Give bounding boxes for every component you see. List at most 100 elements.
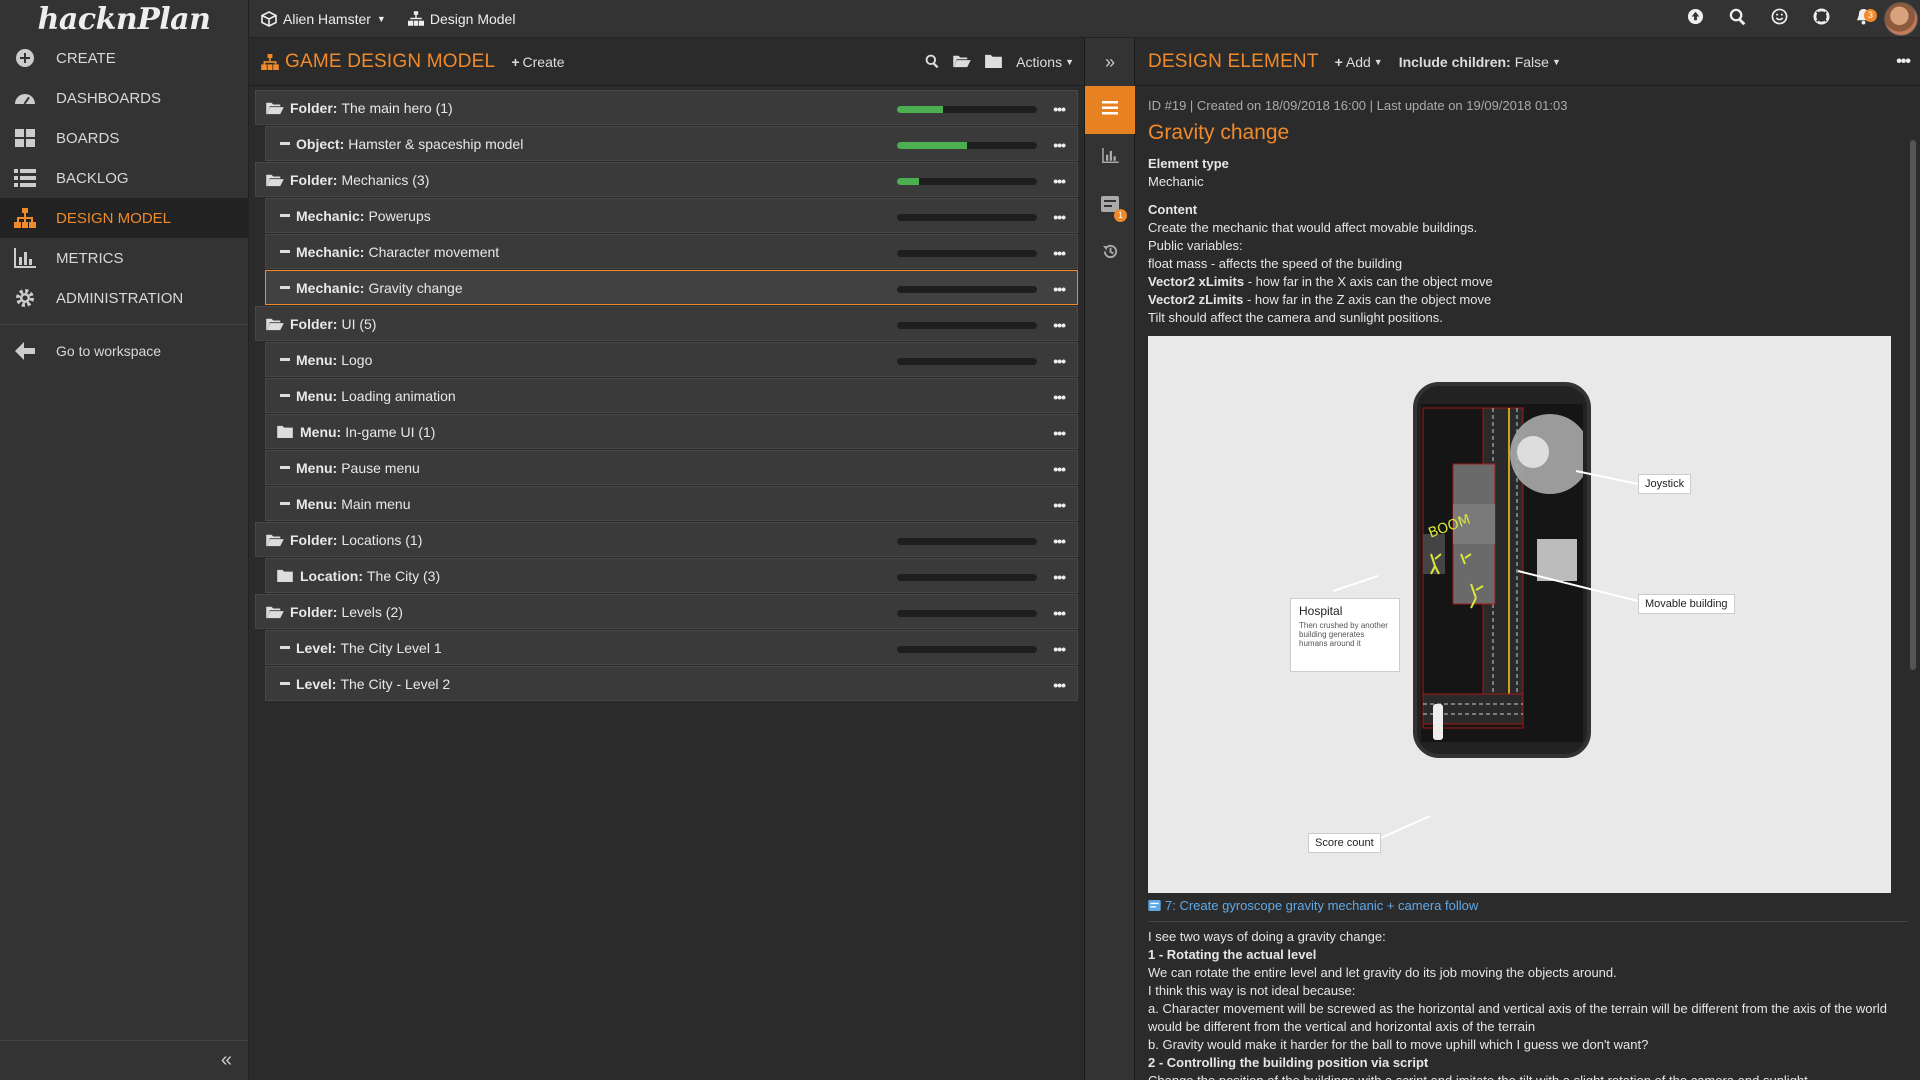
sidebar-item-boards[interactable]: BOARDS — [0, 118, 248, 158]
row-more-button[interactable]: ••• — [1053, 317, 1066, 333]
progress-bar — [897, 646, 1037, 653]
search-button[interactable] — [1716, 0, 1758, 38]
row-more-button[interactable]: ••• — [1053, 425, 1066, 441]
right-scrollbar[interactable] — [1908, 90, 1918, 1080]
notifications-button[interactable]: 3 — [1842, 0, 1884, 38]
scrollbar-thumb[interactable] — [1910, 140, 1916, 670]
row-more-button[interactable]: ••• — [1053, 101, 1066, 117]
row-name: Main menu — [341, 495, 411, 512]
actions-dropdown[interactable]: Actions ▼ — [1016, 54, 1074, 70]
collapse-panel-button[interactable]: » — [1085, 38, 1135, 86]
app-logo[interactable]: hacknPlan — [0, 0, 248, 38]
description-line: a. Character movement will be screwed as… — [1148, 1001, 1887, 1034]
content-line: Vector2 xLimits - how far in the X axis … — [1148, 274, 1493, 289]
panel-more-menu[interactable]: ••• — [1896, 38, 1911, 86]
row-more-button[interactable]: ••• — [1053, 173, 1066, 189]
row-more-button[interactable]: ••• — [1053, 245, 1066, 261]
list-icon — [14, 167, 36, 189]
include-children-dropdown[interactable]: Include children: False ▼ — [1399, 54, 1561, 70]
row-type: Folder: — [290, 171, 338, 188]
topbar-actions: 3 — [1674, 0, 1920, 38]
minus-icon — [278, 250, 292, 253]
row-name: The City (3) — [367, 567, 441, 584]
sidebar-item-administration[interactable]: ADMINISTRATION — [0, 278, 248, 318]
tree-row[interactable]: Menu: Main menu ••• — [265, 486, 1078, 521]
user-avatar[interactable] — [1884, 2, 1918, 36]
feedback-button[interactable] — [1758, 0, 1800, 38]
tree-row[interactable]: Folder: UI (5) ••• — [255, 306, 1078, 341]
tree-row[interactable]: Mechanic: Character movement ••• — [265, 234, 1078, 269]
row-more-button[interactable]: ••• — [1053, 137, 1066, 153]
panel-header: GAME DESIGN MODEL + Create Actions ▼ — [249, 38, 1084, 86]
row-more-button[interactable]: ••• — [1053, 569, 1066, 585]
row-more-button[interactable]: ••• — [1053, 209, 1066, 225]
expand-all-button[interactable] — [953, 54, 971, 71]
history-tab[interactable] — [1085, 230, 1135, 278]
row-more-button[interactable]: ••• — [1053, 533, 1066, 549]
tree-row[interactable]: Menu: Logo ••• — [265, 342, 1078, 377]
row-name: Locations (1) — [341, 531, 423, 548]
help-button[interactable] — [1800, 0, 1842, 38]
sidebar-item-create[interactable]: CREATE — [0, 38, 248, 78]
tree-row[interactable]: Folder: Mechanics (3) ••• — [255, 162, 1078, 197]
linked-tasks-badge: 1 — [1114, 209, 1127, 222]
row-more-button[interactable]: ••• — [1053, 641, 1066, 657]
tree-row[interactable]: Mechanic: Powerups ••• — [265, 198, 1078, 233]
tree-row[interactable]: Folder: The main hero (1) ••• — [255, 90, 1078, 125]
row-more-button[interactable]: ••• — [1053, 605, 1066, 621]
progress-fill — [897, 106, 944, 113]
search-icon — [925, 54, 939, 71]
folder-open-icon — [264, 605, 286, 619]
row-name: UI (5) — [341, 315, 377, 332]
sitemap-icon — [407, 11, 424, 26]
tree-row[interactable]: Folder: Locations (1) ••• — [255, 522, 1078, 557]
row-more-button[interactable]: ••• — [1053, 281, 1066, 297]
tree-row[interactable]: Menu: Loading animation ••• — [265, 378, 1078, 413]
upgrade-button[interactable] — [1674, 0, 1716, 38]
element-type-value[interactable]: Mechanic — [1148, 173, 1908, 191]
breadcrumb-design-model[interactable]: Design Model — [407, 11, 515, 27]
sidebar-item-label: ADMINISTRATION — [56, 289, 184, 307]
go-to-workspace-link[interactable]: Go to workspace — [0, 331, 248, 371]
tree-row[interactable]: Menu: Pause menu ••• — [265, 450, 1078, 485]
folder-open-icon — [264, 317, 286, 331]
row-type: Object: — [296, 135, 345, 152]
add-dropdown[interactable]: + Add ▼ — [1335, 54, 1383, 70]
sidebar-item-label: BACKLOG — [56, 169, 129, 187]
row-name: The City Level 1 — [340, 639, 442, 656]
search-button[interactable] — [925, 54, 939, 71]
sidebar-item-dashboards[interactable]: DASHBOARDS — [0, 78, 248, 118]
project-selector[interactable]: Alien Hamster ▼ — [261, 11, 386, 27]
row-more-button[interactable]: ••• — [1053, 353, 1066, 369]
row-type: Menu: — [296, 459, 338, 476]
create-button[interactable]: + Create — [511, 54, 564, 70]
tree-row[interactable]: Level: The City - Level 2 ••• — [265, 666, 1078, 701]
sidebar-item-metrics[interactable]: METRICS — [0, 238, 248, 278]
row-more-button[interactable]: ••• — [1053, 389, 1066, 405]
caret-down-icon: ▼ — [1373, 56, 1383, 67]
row-type: Menu: — [296, 351, 338, 368]
tree-row[interactable]: Location: The City (3) ••• — [265, 558, 1078, 593]
minus-icon — [278, 502, 292, 505]
sidebar-item-backlog[interactable]: BACKLOG — [0, 158, 248, 198]
row-more-button[interactable]: ••• — [1053, 677, 1066, 693]
sidebar-item-design-model[interactable]: DESIGN MODEL — [0, 198, 248, 238]
tree-row[interactable]: Menu: In-game UI (1) ••• — [265, 414, 1078, 449]
row-more-button[interactable]: ••• — [1053, 497, 1066, 513]
score-count-callout: Score count — [1308, 833, 1381, 853]
linked-task-link[interactable]: 7: Create gyroscope gravity mechanic + c… — [1148, 898, 1920, 913]
content-line: float mass - affects the speed of the bu… — [1148, 256, 1403, 271]
tree-row[interactable]: Object: Hamster & spaceship model ••• — [265, 126, 1078, 161]
element-title[interactable]: Gravity change — [1148, 121, 1920, 145]
boards-grid-icon — [14, 127, 36, 149]
tree-row[interactable]: Folder: Levels (2) ••• — [255, 594, 1078, 629]
sidebar-collapse-button[interactable]: « — [0, 1040, 248, 1080]
details-tab[interactable] — [1085, 86, 1135, 134]
tree-row[interactable]: Level: The City Level 1 ••• — [265, 630, 1078, 665]
linked-tasks-tab[interactable]: 1 — [1085, 182, 1135, 230]
row-name: In-game UI (1) — [345, 423, 436, 440]
tree-row[interactable]: Mechanic: Gravity change ••• — [265, 270, 1078, 305]
collapse-all-button[interactable] — [985, 54, 1003, 71]
metrics-tab[interactable] — [1085, 134, 1135, 182]
row-more-button[interactable]: ••• — [1053, 461, 1066, 477]
